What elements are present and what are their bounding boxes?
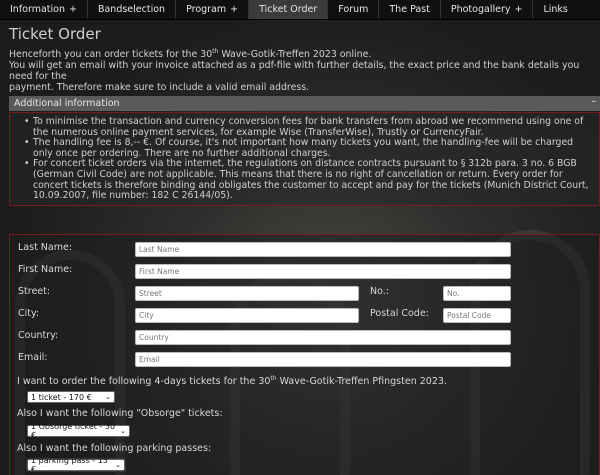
number-input[interactable]: No. xyxy=(443,286,511,301)
intro-line: payment. Therefore make sure to include … xyxy=(9,82,310,94)
additional-info-header[interactable]: Additional information – xyxy=(9,96,600,111)
nav-item-bandselection[interactable]: Bandselection xyxy=(88,0,177,19)
chevron-down-icon: ⌄ xyxy=(105,393,111,401)
nav-item-the-past[interactable]: The Past xyxy=(379,0,441,19)
intro-line: Wave-Gotik-Treffen 2023 online. xyxy=(218,49,372,61)
parking-select[interactable]: 1 parking pass - 15 € ⌄ xyxy=(26,456,126,474)
tickets-select[interactable]: 1 ticket - 170 € ⌄ xyxy=(27,391,115,403)
additional-info-box: To minimise the transaction and currency… xyxy=(9,112,600,206)
intro-text: Henceforth you can order tickets for the… xyxy=(9,46,594,93)
main-navigation: Information + Bandselection Program + Tick… xyxy=(0,0,600,20)
country-label: Country: xyxy=(18,330,59,341)
postal-code-input[interactable]: Postal Code xyxy=(443,308,511,323)
obsorge-select[interactable]: 1 Obsorge ticket - 30 € ⌄ xyxy=(27,422,130,440)
nav-label: Links xyxy=(543,4,568,15)
obsorge-select-value: 1 Obsorge ticket - 30 € xyxy=(31,422,116,440)
nav-label: Photogallery xyxy=(450,4,511,15)
additional-info-title: Additional information xyxy=(14,98,120,109)
street-input[interactable]: Street xyxy=(135,286,359,301)
parking-question: Also I want the following parking passes… xyxy=(17,443,212,454)
nav-item-ticket-order[interactable]: Ticket Order xyxy=(249,0,329,19)
nav-item-links[interactable]: Links xyxy=(533,0,577,19)
nav-label: Ticket Order xyxy=(259,4,318,15)
info-bullet: The handling fee is 8,-- €. Of course, i… xyxy=(24,137,589,159)
nav-item-forum[interactable]: Forum xyxy=(328,0,380,19)
question-text: Wave-Gotik-Treffen Pfingsten 2023. xyxy=(276,376,447,388)
intro-line: You will get an email with your invoice … xyxy=(9,60,580,83)
nav-item-program[interactable]: Program + xyxy=(176,0,250,19)
city-label: City: xyxy=(18,308,40,319)
nav-item-photogallery[interactable]: Photogallery + xyxy=(441,0,534,19)
question-text: I want to order the following 4-days tic… xyxy=(17,376,271,388)
last-name-input[interactable]: Last Name xyxy=(135,242,511,257)
number-label: No.: xyxy=(370,286,389,297)
tickets-select-value: 1 ticket - 170 € xyxy=(31,392,92,402)
country-input[interactable]: Country xyxy=(135,330,511,345)
tickets-question: I want to order the following 4-days tic… xyxy=(17,375,447,387)
expand-plus-icon: + xyxy=(514,4,523,15)
expand-plus-icon: + xyxy=(69,4,77,15)
first-name-input[interactable]: First Name xyxy=(135,264,511,279)
nav-label: Forum xyxy=(338,4,369,15)
info-bullet: To minimise the transaction and currency… xyxy=(24,116,589,138)
email-label: Email: xyxy=(18,352,48,363)
first-name-label: First Name: xyxy=(18,264,73,275)
page-title: Ticket Order xyxy=(9,25,101,43)
intro-line: Henceforth you can order tickets for the… xyxy=(9,49,213,61)
nav-label: Program xyxy=(186,4,227,15)
expand-plus-icon: + xyxy=(230,4,239,15)
parking-select-value: 1 parking pass - 15 € xyxy=(31,456,108,474)
email-input[interactable]: Email xyxy=(135,352,511,367)
postal-code-label: Postal Code: xyxy=(370,308,429,319)
nav-label: Bandselection xyxy=(97,4,166,15)
city-input[interactable]: City xyxy=(135,308,359,323)
street-label: Street: xyxy=(18,286,51,297)
last-name-label: Last Name: xyxy=(18,242,73,253)
obsorge-question: Also I want the following "Obsorge" tick… xyxy=(17,408,223,419)
info-bullet: For concert ticket orders via the intern… xyxy=(24,159,589,201)
collapse-minus-icon[interactable]: – xyxy=(591,96,596,107)
chevron-down-icon: ⌄ xyxy=(120,427,126,435)
nav-label: The Past xyxy=(389,4,430,15)
nav-label: Information xyxy=(10,4,65,15)
chevron-down-icon: ⌄ xyxy=(115,461,121,469)
nav-item-information[interactable]: Information + xyxy=(0,0,88,19)
